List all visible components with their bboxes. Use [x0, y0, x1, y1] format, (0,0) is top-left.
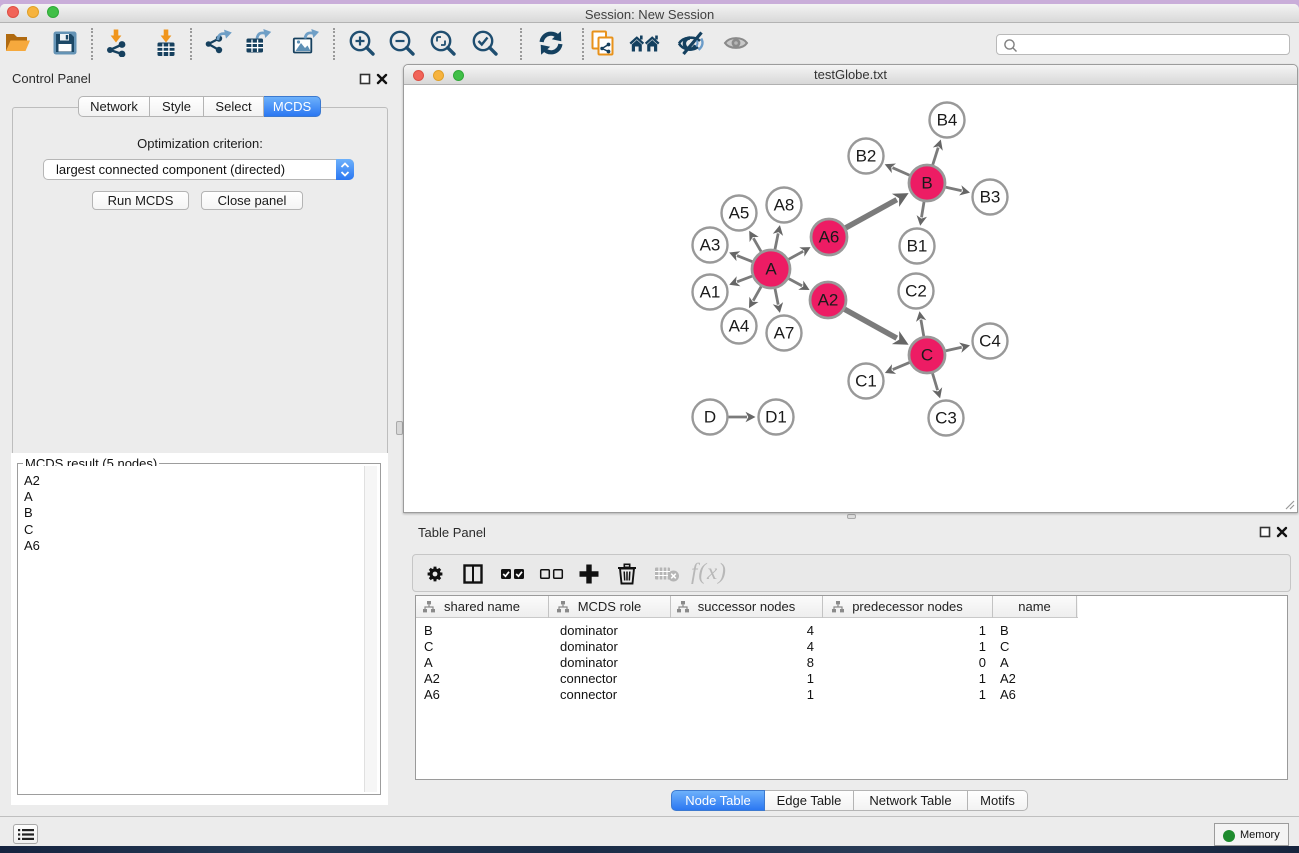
svg-text:D: D: [704, 408, 716, 427]
svg-text:A7: A7: [774, 324, 795, 343]
svg-text:C3: C3: [935, 409, 957, 428]
svg-text:A: A: [765, 260, 777, 279]
svg-text:B1: B1: [907, 237, 928, 256]
svg-text:A5: A5: [729, 204, 750, 223]
svg-text:B: B: [921, 174, 932, 193]
svg-text:A3: A3: [700, 236, 721, 255]
svg-text:B3: B3: [980, 188, 1001, 207]
svg-text:C1: C1: [855, 372, 877, 391]
svg-text:C: C: [921, 346, 933, 365]
svg-text:B2: B2: [856, 147, 877, 166]
svg-text:B4: B4: [937, 111, 958, 130]
svg-text:A6: A6: [819, 228, 840, 247]
svg-text:A2: A2: [818, 291, 839, 310]
svg-text:A1: A1: [700, 283, 721, 302]
svg-text:A8: A8: [774, 196, 795, 215]
svg-text:C2: C2: [905, 282, 927, 301]
svg-text:A4: A4: [729, 317, 750, 336]
svg-text:D1: D1: [765, 408, 787, 427]
svg-text:C4: C4: [979, 332, 1001, 351]
